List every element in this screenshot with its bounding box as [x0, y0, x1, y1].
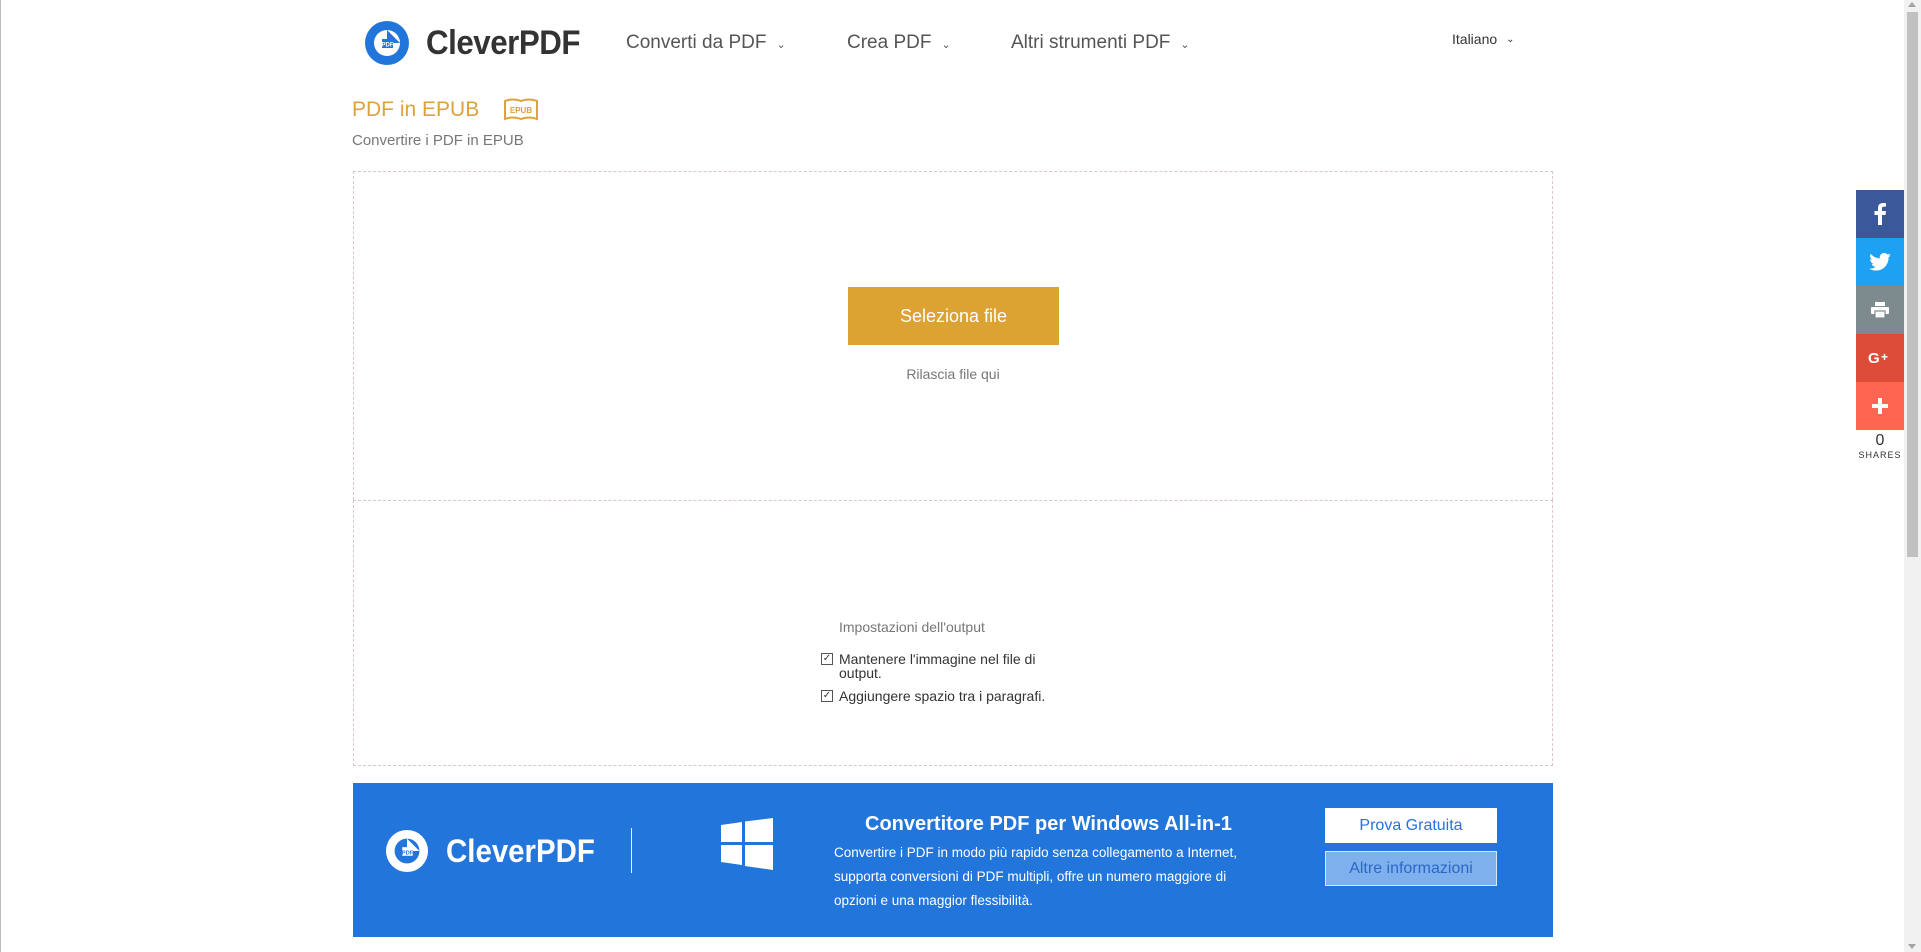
- chevron-down-icon: ⌄: [941, 38, 951, 51]
- option-paragraph-spacing[interactable]: ✓ Aggiungere spazio tra i paragrafi.: [821, 689, 1045, 703]
- language-selector[interactable]: Italiano ⌄: [1452, 31, 1515, 47]
- window-edge: [0, 0, 1, 952]
- svg-text:PDF: PDF: [402, 850, 414, 856]
- option-keep-images[interactable]: ✓ Mantenere l'immagine nel file di outpu…: [821, 652, 1051, 680]
- select-file-button[interactable]: Seleziona file: [848, 287, 1059, 345]
- checkbox-paragraph-spacing[interactable]: ✓: [821, 690, 833, 702]
- chevron-down-icon: ⌄: [1180, 38, 1190, 51]
- drop-hint: Rilascia file qui: [906, 366, 1000, 382]
- page-title-row: PDF in EPUB EPUB: [352, 98, 539, 122]
- twitter-share-button[interactable]: [1856, 238, 1904, 286]
- facebook-share-button[interactable]: [1856, 190, 1904, 238]
- brand-logo[interactable]: PDF CleverPDF: [364, 20, 593, 66]
- cleverpdf-logo-icon: PDF: [385, 829, 429, 873]
- brand-name: CleverPDF: [426, 23, 581, 62]
- nav-label: Crea PDF: [847, 32, 932, 53]
- scrollbar-thumb[interactable]: [1907, 12, 1918, 557]
- print-icon: [1871, 302, 1889, 318]
- nav-label: Altri strumenti PDF: [1011, 32, 1171, 53]
- page-subtitle: Convertire i PDF in EPUB: [352, 132, 524, 149]
- option-label: Mantenere l'immagine nel file di output.: [839, 651, 1036, 681]
- google-plus-icon: G +: [1868, 350, 1888, 366]
- banner-divider: [631, 828, 632, 873]
- print-share-button[interactable]: [1856, 286, 1904, 334]
- banner-brand-name: CleverPDF: [446, 832, 595, 869]
- output-settings-title: Impostazioni dell'output: [839, 619, 985, 635]
- free-trial-button[interactable]: Prova Gratuita: [1325, 808, 1497, 843]
- banner-description: Convertire i PDF in modo più rapido senz…: [834, 845, 1237, 908]
- svg-text:+: +: [1881, 350, 1888, 364]
- facebook-icon: [1874, 203, 1886, 225]
- output-settings-panel: Impostazioni dell'output ✓ Mantenere l'i…: [353, 500, 1553, 766]
- more-share-button[interactable]: [1856, 382, 1904, 430]
- page-title: PDF in EPUB: [352, 98, 480, 121]
- share-count: 0: [1875, 432, 1885, 449]
- cleverpdf-logo-icon: PDF: [365, 21, 409, 65]
- plus-icon: [1872, 398, 1888, 414]
- windows-icon: [721, 818, 773, 870]
- more-info-button[interactable]: Altre informazioni: [1325, 851, 1497, 886]
- share-label: SHARES: [1858, 450, 1902, 460]
- svg-text:EPUB: EPUB: [510, 106, 532, 115]
- google-plus-share-button[interactable]: G +: [1856, 334, 1904, 382]
- chevron-down-icon: ⌄: [776, 38, 786, 51]
- language-label: Italiano: [1452, 31, 1498, 47]
- svg-text:PDF: PDF: [382, 43, 394, 49]
- banner-logo: PDF CleverPDF: [385, 829, 608, 873]
- nav-altri-strumenti[interactable]: Altri strumenti PDF ⌄: [1011, 32, 1190, 54]
- share-bar: G + 0 SHARES: [1856, 190, 1904, 460]
- nav-label: Converti da PDF: [626, 32, 767, 53]
- twitter-icon: [1869, 253, 1891, 271]
- file-drop-zone[interactable]: Seleziona file Rilascia file qui: [353, 171, 1553, 500]
- svg-text:G: G: [1868, 350, 1880, 366]
- chevron-down-icon: ⌄: [1506, 33, 1515, 45]
- site-header: PDF CleverPDF Converti da PDF ⌄ Crea PDF…: [352, 18, 1552, 68]
- page-scrollbar[interactable]: [1904, 0, 1921, 952]
- desktop-promo-banner: PDF CleverPDF Convertitore PDF per Windo…: [353, 783, 1553, 937]
- epub-book-icon: EPUB: [504, 98, 539, 121]
- option-label: Aggiungere spazio tra i paragrafi.: [839, 688, 1046, 704]
- banner-title: Convertitore PDF per Windows All-in-1: [865, 813, 1232, 835]
- checkbox-keep-images[interactable]: ✓: [821, 653, 833, 665]
- nav-crea-pdf[interactable]: Crea PDF ⌄: [847, 32, 951, 54]
- scroll-up-arrow-icon[interactable]: [1908, 2, 1916, 7]
- nav-converti-da-pdf[interactable]: Converti da PDF ⌄: [626, 32, 786, 54]
- scroll-down-arrow-icon[interactable]: [1908, 944, 1916, 949]
